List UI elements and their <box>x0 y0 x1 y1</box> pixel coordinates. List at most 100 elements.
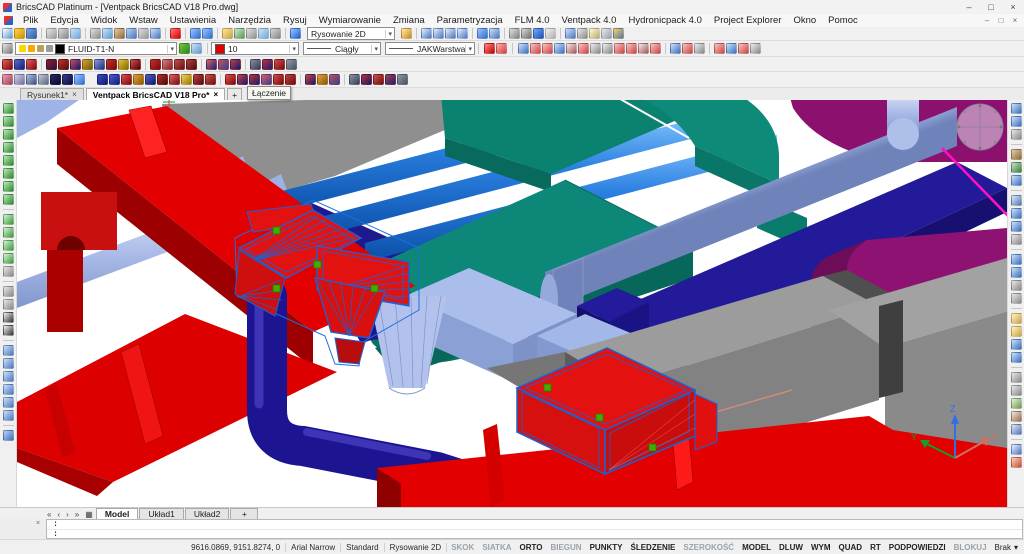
text-icon[interactable] <box>3 312 14 323</box>
stretch-icon[interactable] <box>1011 280 1022 291</box>
status-toggle-punkty[interactable]: PUNKTY <box>586 543 627 552</box>
refresh-icon[interactable] <box>74 74 85 85</box>
mtext-icon[interactable] <box>3 325 14 336</box>
zoom-out-icon[interactable] <box>433 28 444 39</box>
copy-icon[interactable] <box>102 28 113 39</box>
close-tab-icon[interactable]: × <box>213 90 218 99</box>
vent-set-icon[interactable] <box>193 74 204 85</box>
menu-wstaw[interactable]: Wstaw <box>123 15 164 26</box>
layers-icon[interactable] <box>234 28 245 39</box>
zoom-in-icon[interactable] <box>421 28 432 39</box>
brush-icon[interactable] <box>1011 149 1022 160</box>
vent-duct-1-icon[interactable] <box>97 74 108 85</box>
boundary-icon[interactable] <box>3 227 14 238</box>
point-icon[interactable] <box>3 194 14 205</box>
prev-tab-button[interactable]: ‹ <box>54 510 63 519</box>
vent-r-icon[interactable] <box>121 74 132 85</box>
line-icon[interactable] <box>3 103 14 114</box>
help-icon[interactable] <box>290 28 301 39</box>
tab-rysunek1[interactable]: Rysunek1* × <box>20 88 84 100</box>
region-icon[interactable] <box>3 240 14 251</box>
snap-apparent-intersection-icon[interactable] <box>638 43 649 54</box>
circle-icon[interactable] <box>3 155 14 166</box>
menu-parametryzacja[interactable]: Parametryzacja <box>431 15 509 26</box>
extrude-icon[interactable] <box>1011 313 1022 324</box>
menu-flm-4-0[interactable]: FLM 4.0 <box>509 15 556 26</box>
vent-duct-2-icon[interactable] <box>109 74 120 85</box>
selection-mode-dropdown[interactable]: Brak ▾ <box>991 543 1024 552</box>
layout-list-icon[interactable]: ▦ <box>82 510 96 519</box>
calc-2-icon[interactable] <box>317 74 328 85</box>
shield-icon[interactable] <box>533 28 544 39</box>
status-toggle-dluw[interactable]: DLUW <box>775 543 807 552</box>
camera-icon[interactable] <box>521 28 532 39</box>
array-icon[interactable] <box>1011 254 1022 265</box>
ellipse-icon[interactable] <box>3 168 14 179</box>
layer-previous-icon[interactable] <box>191 43 202 54</box>
menu-project-explorer[interactable]: Project Explorer <box>708 15 788 26</box>
polygon-icon[interactable] <box>3 214 14 225</box>
vent-p-icon[interactable] <box>133 74 144 85</box>
match-paint-icon[interactable] <box>1011 162 1022 173</box>
rotate-2d-icon[interactable] <box>1011 195 1022 206</box>
box-solid-icon[interactable] <box>3 345 14 356</box>
list-1-icon[interactable] <box>373 74 384 85</box>
scale-icon[interactable] <box>1011 175 1022 186</box>
draw-order-icon[interactable] <box>2 43 13 54</box>
polyline-icon[interactable] <box>3 116 14 127</box>
paste-icon[interactable] <box>114 28 125 39</box>
snap-none-icon[interactable] <box>714 43 725 54</box>
list-2-icon[interactable] <box>385 74 396 85</box>
new-tab-button[interactable]: + <box>227 88 242 100</box>
vent-copy-icon[interactable] <box>205 74 216 85</box>
duct-takeoff-icon[interactable] <box>106 59 117 70</box>
snap-center-icon[interactable] <box>554 43 565 54</box>
status-toggle-wym[interactable]: WYM <box>807 543 835 552</box>
mirror-3d-icon[interactable] <box>1011 221 1022 232</box>
look-from-icon[interactable] <box>509 28 520 39</box>
status-toggle-model[interactable]: MODEL <box>738 543 775 552</box>
status-toggle-podpowiedzi[interactable]: PODPOWIEDZI <box>885 543 950 552</box>
mirror-icon[interactable] <box>1011 208 1022 219</box>
eyedropper-icon[interactable] <box>138 28 149 39</box>
snap-from-icon[interactable] <box>682 43 693 54</box>
explode-icon[interactable] <box>1011 457 1022 468</box>
mdi-close-button[interactable]: × <box>1008 15 1022 26</box>
orbit-icon[interactable] <box>489 28 500 39</box>
current-workspace[interactable]: Rysowanie 2D <box>385 543 447 552</box>
layer-state-on-icon[interactable] <box>179 43 190 54</box>
menu-edycja[interactable]: Edycja <box>44 15 85 26</box>
maximize-button[interactable]: □ <box>980 1 1002 14</box>
wedge-solid-icon[interactable] <box>3 358 14 369</box>
snap-marker-icon[interactable] <box>750 43 761 54</box>
status-toggle-quad[interactable]: QUAD <box>835 543 867 552</box>
vent-grille-icon[interactable] <box>206 59 217 70</box>
array-path-icon[interactable] <box>1011 267 1022 278</box>
sweep-icon[interactable] <box>1011 339 1022 350</box>
fitting-icon[interactable] <box>361 74 372 85</box>
status-toggle-blokuj[interactable]: BLOKUJ <box>950 543 991 552</box>
duct-flex-icon[interactable] <box>162 59 173 70</box>
menu-wymiarowanie[interactable]: Wymiarowanie <box>313 15 387 26</box>
snap-node-icon[interactable] <box>566 43 577 54</box>
zoom-window-icon[interactable] <box>445 28 456 39</box>
snap-perpendicular-icon[interactable] <box>590 43 601 54</box>
workspace-combo[interactable]: Rysowanie 2D ▾ <box>307 27 395 40</box>
snap-tangent-icon[interactable] <box>614 43 625 54</box>
vent-align-icon[interactable] <box>262 59 273 70</box>
navigation-compass[interactable] <box>957 104 1003 150</box>
first-tab-button[interactable]: « <box>44 510 54 519</box>
menu-plik[interactable]: Plik <box>17 15 44 26</box>
revision-cloud-icon[interactable] <box>3 266 14 277</box>
circle-tool-icon[interactable] <box>62 74 73 85</box>
status-toggle-siatka[interactable]: SIATKA <box>478 543 515 552</box>
redo-icon[interactable] <box>202 28 213 39</box>
snap-intersection-icon[interactable] <box>626 43 637 54</box>
duct-tool-1-icon[interactable] <box>225 74 236 85</box>
status-toggle--ledzenie[interactable]: ŚLEDZENIE <box>626 543 679 552</box>
snap-quadrant-icon[interactable] <box>578 43 589 54</box>
snap-parallel-icon[interactable] <box>602 43 613 54</box>
table-icon[interactable] <box>3 299 14 310</box>
view-rotate-icon[interactable] <box>565 28 576 39</box>
union-icon[interactable] <box>1011 398 1022 409</box>
